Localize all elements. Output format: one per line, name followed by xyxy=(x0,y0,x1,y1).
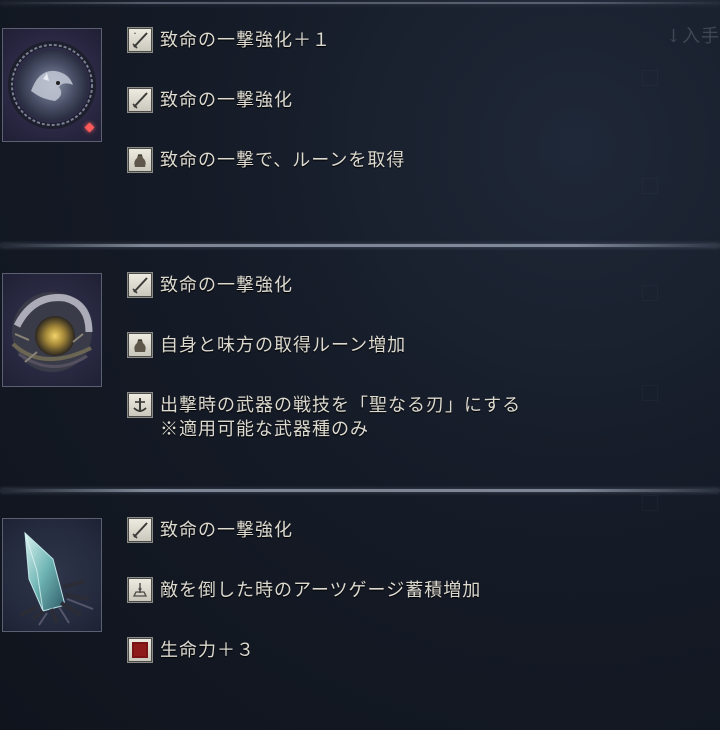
teal-crystal-relic-icon[interactable] xyxy=(2,518,102,632)
effect-row: 敵を倒した時のアーツゲージ蓄積増加 xyxy=(127,577,687,637)
relic-list: 致命の一撃強化＋１ 致命の一撃強化 致命の一撃で、ルーンを取得 致命の一撃強化 … xyxy=(0,0,720,730)
sword-icon xyxy=(127,27,153,53)
relic-effects: 致命の一撃強化 自身と味方の取得ルーン増加 出撃時の武器の戦技を「聖なる刃」にす… xyxy=(127,272,687,452)
relic-entry[interactable]: 致命の一撃強化＋１ 致命の一撃強化 致命の一撃で、ルーンを取得 xyxy=(0,0,720,240)
effect-row: 致命の一撃強化 xyxy=(127,87,687,147)
golden-nest-relic-icon[interactable] xyxy=(2,273,102,387)
sword-icon xyxy=(127,517,153,543)
effect-text: 致命の一撃強化 xyxy=(160,275,293,296)
effect-row: 致命の一撃強化 xyxy=(127,272,687,332)
effect-row: 致命の一撃強化＋１ xyxy=(127,27,687,87)
rune-pouch-icon xyxy=(127,147,153,173)
relic-entry[interactable]: 致命の一撃強化 自身と味方の取得ルーン増加 出撃時の武器の戦技を「聖なる刃」にす… xyxy=(0,245,720,485)
effect-text: 自身と味方の取得ルーン増加 xyxy=(160,335,407,356)
effect-text: 生命力＋３ xyxy=(160,640,255,661)
effect-row: 出撃時の武器の戦技を「聖なる刃」にする ※適用可能な武器種のみ xyxy=(127,392,687,452)
relic-effects: 致命の一撃強化 敵を倒した時のアーツゲージ蓄積増加 生命力＋３ xyxy=(127,517,687,697)
effect-text: 致命の一撃強化＋１ xyxy=(160,30,331,51)
effect-text: 致命の一撃強化 xyxy=(160,520,293,541)
arts-gauge-icon xyxy=(127,577,153,603)
rune-pouch-icon xyxy=(127,332,153,358)
relic-entry[interactable]: 致命の一撃強化 敵を倒した時のアーツゲージ蓄積増加 生命力＋３ xyxy=(0,490,720,730)
effect-row: 自身と味方の取得ルーン増加 xyxy=(127,332,687,392)
effect-text: 出撃時の武器の戦技を「聖なる刃」にする xyxy=(160,395,522,416)
effect-row: 致命の一撃強化 xyxy=(127,517,687,577)
effect-subtext: ※適用可能な武器種のみ xyxy=(160,419,369,440)
relic-effects: 致命の一撃強化＋１ 致命の一撃強化 致命の一撃で、ルーンを取得 xyxy=(127,27,687,207)
skill-anchor-icon xyxy=(127,392,153,418)
effect-text: 敵を倒した時のアーツゲージ蓄積増加 xyxy=(160,580,482,601)
sword-icon xyxy=(127,272,153,298)
effect-row: 生命力＋３ xyxy=(127,637,687,697)
effect-text: 致命の一撃強化 xyxy=(160,90,293,111)
effect-text: 致命の一撃で、ルーンを取得 xyxy=(160,150,406,171)
sword-icon xyxy=(127,87,153,113)
dark-round-wolf-relic-icon[interactable] xyxy=(2,28,102,142)
red-vigor-icon xyxy=(127,637,153,663)
effect-row: 致命の一撃で、ルーンを取得 xyxy=(127,147,687,207)
